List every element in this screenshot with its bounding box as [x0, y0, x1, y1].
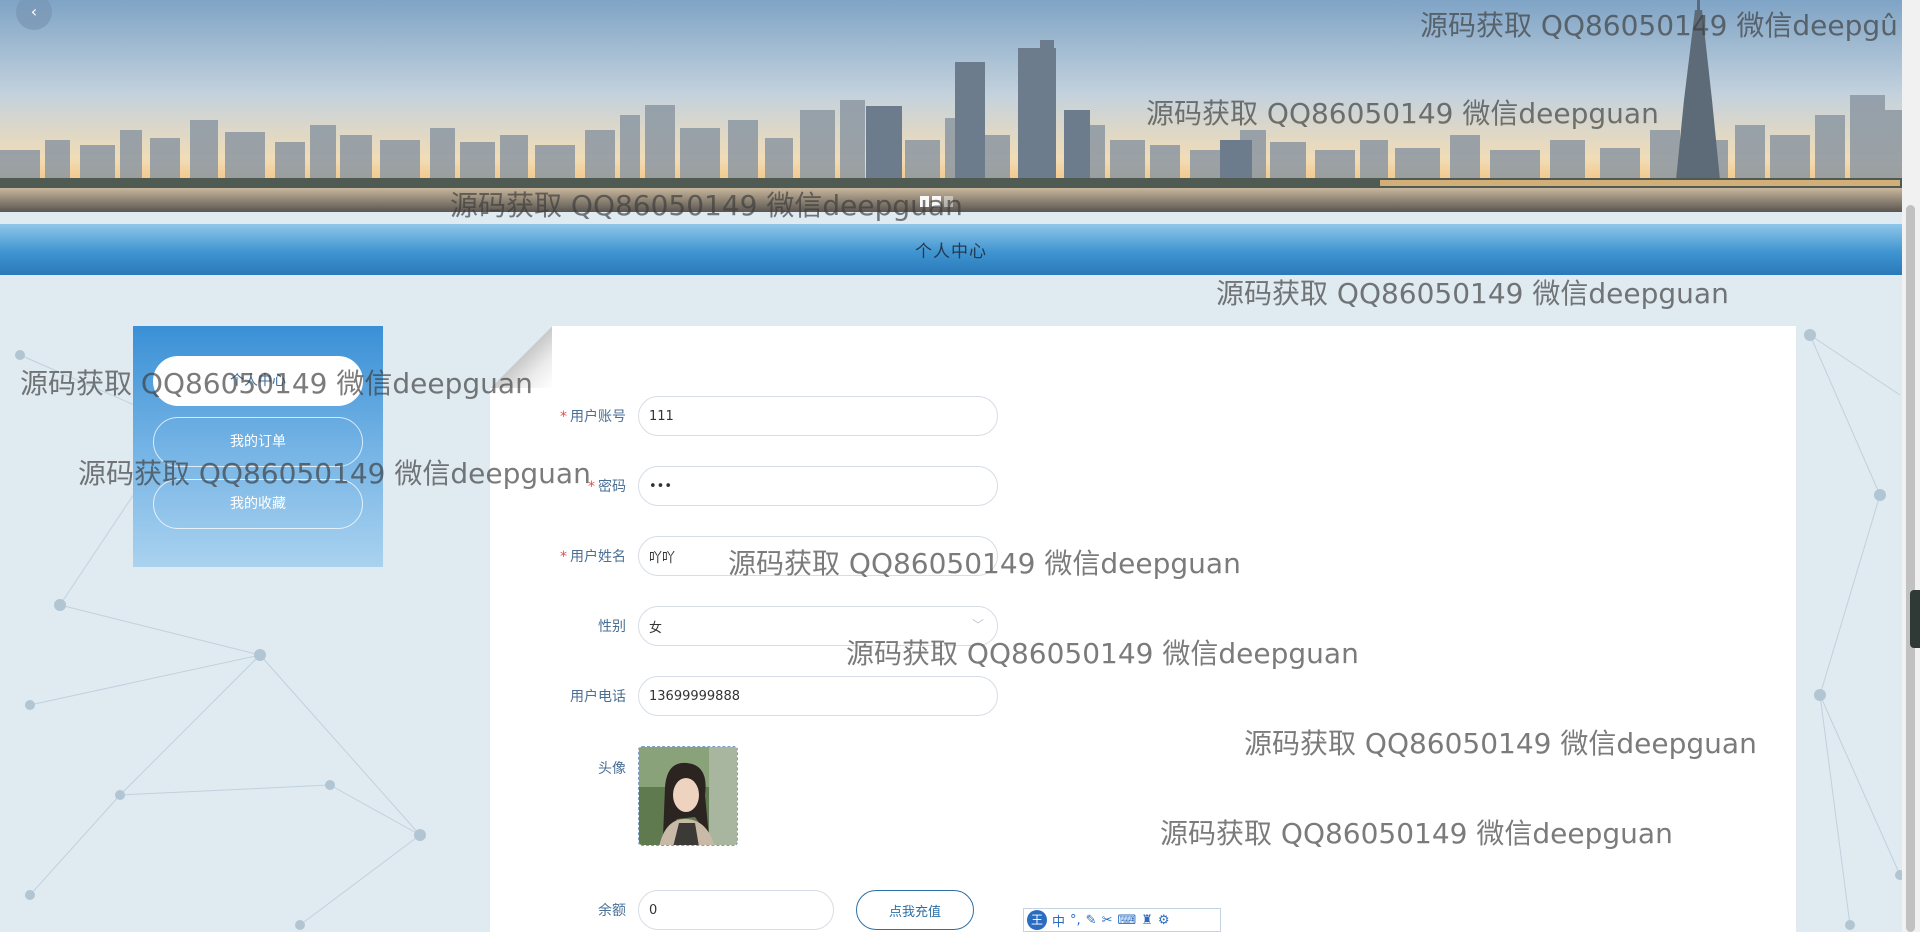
page-title-bar: 个人中心 — [0, 224, 1902, 275]
form-row-phone: 用户电话 — [490, 676, 998, 716]
name-label: * 用户姓名 — [560, 549, 626, 565]
ime-toolbar: 王 中 °, ✎ ✂ ⌨ ♜ ⚙ — [1023, 908, 1221, 932]
profile-form-panel: *用户账号 *密码 *用户姓名 性别 女 ﹀ 用户电话 头像 — [490, 326, 1796, 932]
avatar-label: 头像 — [598, 761, 626, 777]
punctuation-icon[interactable]: °, — [1070, 913, 1081, 928]
avatar-upload[interactable] — [638, 746, 738, 846]
form-row-account: * 用户账号 — [490, 396, 998, 436]
carousel-indicators — [920, 196, 953, 207]
phone-label: 用户电话 — [570, 689, 626, 705]
ime-mode-toggle[interactable]: 中 — [1052, 911, 1065, 930]
required-mark: * — [560, 549, 567, 565]
pen-icon[interactable]: ✎ — [1086, 913, 1097, 928]
side-menu-item-orders[interactable]: 我的订单 — [153, 417, 363, 467]
gender-label: 性别 — [598, 619, 626, 635]
page-title: 个人中心 — [915, 242, 987, 262]
name-input[interactable] — [638, 536, 998, 576]
balance-input[interactable] — [638, 890, 834, 930]
form-row-avatar: 头像 — [490, 746, 738, 846]
side-menu-item-favorites[interactable]: 我的收藏 — [153, 479, 363, 529]
city-skyline-image — [0, 0, 1902, 212]
carousel-dot[interactable] — [944, 196, 953, 207]
settings-icon[interactable]: ⚙ — [1158, 913, 1170, 928]
carousel-dot[interactable] — [920, 196, 929, 207]
form-row-gender: 性别 女 ﹀ — [490, 606, 998, 646]
chevron-down-icon: ﹀ — [971, 618, 984, 632]
ime-logo-icon[interactable]: 王 — [1027, 910, 1047, 930]
account-label: * 用户账号 — [560, 409, 626, 425]
side-menu: 个人中心 我的订单 我的收藏 — [133, 326, 383, 567]
account-input[interactable] — [638, 396, 998, 436]
recharge-button[interactable]: 点我充值 — [856, 890, 974, 930]
keyboard-icon[interactable]: ⌨ — [1117, 913, 1136, 928]
avatar-image — [639, 747, 737, 845]
required-mark: * — [588, 479, 595, 495]
form-row-password: * 密码 — [490, 466, 998, 506]
required-mark: * — [560, 409, 567, 425]
side-menu-item-profile[interactable]: 个人中心 — [153, 356, 363, 406]
password-label: * 密码 — [588, 479, 626, 495]
form-row-name: * 用户姓名 — [490, 536, 998, 576]
carousel-dot[interactable] — [932, 196, 941, 207]
balance-label: 余额 — [598, 903, 626, 919]
page-scrollbar[interactable] — [1902, 0, 1920, 932]
page-curl-decoration — [490, 326, 552, 388]
side-edge-handle[interactable] — [1910, 590, 1920, 648]
skin-icon[interactable]: ♜ — [1141, 913, 1153, 928]
banner-carousel: ‹ — [0, 0, 1902, 212]
form-row-balance: 余额 点我充值 — [490, 890, 974, 930]
scrollbar-thumb[interactable] — [1906, 205, 1915, 932]
password-input[interactable] — [638, 466, 998, 506]
phone-input[interactable] — [638, 676, 998, 716]
gender-select-value[interactable]: 女 — [638, 606, 998, 646]
scissors-icon[interactable]: ✂ — [1102, 913, 1113, 928]
gender-select[interactable]: 女 ﹀ — [638, 606, 998, 646]
